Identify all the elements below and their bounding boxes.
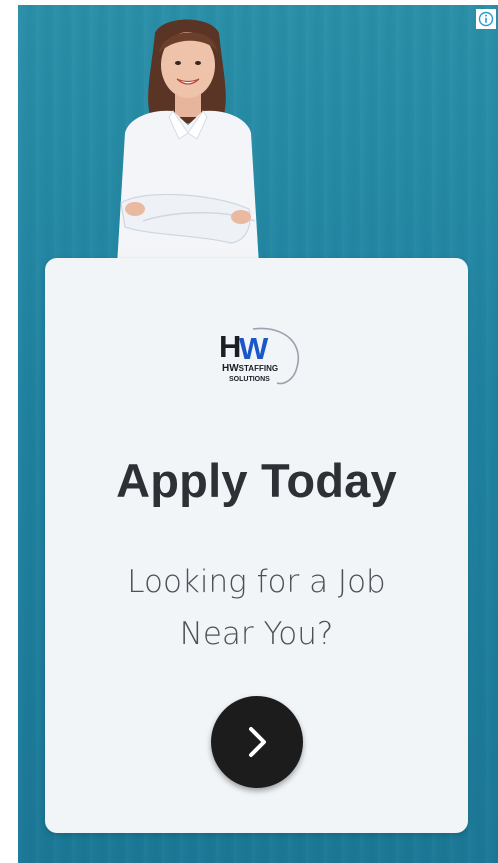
subheadline-line-1: Looking for a Job: [127, 564, 386, 600]
svg-text:W: W: [239, 331, 269, 366]
display-ad[interactable]: H W HWSTAFFING SOLUTIONS Apply Today Loo…: [18, 5, 498, 863]
subheadline-line-2: Near You?: [179, 616, 334, 652]
subheadline: Looking for a Job Near You?: [45, 556, 468, 660]
apply-card: H W HWSTAFFING SOLUTIONS Apply Today Loo…: [45, 258, 468, 833]
adchoices-button[interactable]: [476, 9, 496, 29]
svg-text:HWSTAFFING: HWSTAFFING: [222, 363, 278, 374]
svg-text:SOLUTIONS: SOLUTIONS: [229, 376, 270, 383]
woman-photo: [117, 19, 259, 265]
chevron-right-icon: [249, 727, 266, 757]
info-icon: [478, 11, 494, 27]
apply-arrow-button[interactable]: [211, 696, 303, 788]
headline: Apply Today: [116, 454, 397, 507]
hw-staffing-logo: H W HWSTAFFING SOLUTIONS: [215, 323, 305, 385]
